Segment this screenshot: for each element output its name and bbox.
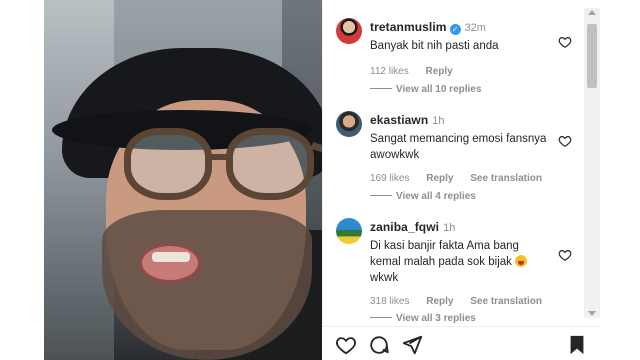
like-comment-heart-icon[interactable] bbox=[558, 248, 572, 262]
replies-divider bbox=[370, 195, 392, 196]
car-window bbox=[44, 0, 114, 360]
comment-likes[interactable]: 169 likes bbox=[370, 173, 409, 184]
heart-icon[interactable] bbox=[335, 334, 357, 356]
comment-text: Banyak bit nih pasti anda bbox=[370, 40, 499, 52]
scroll-down-arrow-icon[interactable] bbox=[588, 311, 596, 316]
see-translation-button[interactable]: See translation bbox=[470, 296, 542, 307]
reply-button[interactable]: Reply bbox=[426, 173, 453, 184]
send-icon[interactable] bbox=[401, 334, 423, 356]
bookmark-icon[interactable] bbox=[566, 334, 588, 356]
comment-text: Sangat memancing emosi fansnya awowkwk bbox=[370, 131, 570, 163]
comment-time: 1h bbox=[432, 115, 445, 127]
view-replies-text[interactable]: View all 10 replies bbox=[396, 84, 481, 95]
user-avatar-icon[interactable] bbox=[336, 111, 362, 137]
view-replies-link[interactable]: View all 3 replies bbox=[370, 313, 476, 324]
scroll-up-arrow-icon[interactable] bbox=[588, 10, 596, 15]
view-replies-text[interactable]: View all 4 replies bbox=[396, 191, 476, 202]
post-video[interactable] bbox=[44, 0, 322, 360]
comment-likes[interactable]: 318 likes bbox=[370, 296, 409, 307]
post-action-bar bbox=[322, 326, 600, 360]
comment-likes[interactable]: 112 likes bbox=[370, 66, 409, 77]
replies-divider bbox=[370, 317, 392, 318]
comment-text-line: kemal malah pada sok bijak bbox=[370, 256, 512, 268]
view-replies-link[interactable]: View all 4 replies bbox=[370, 191, 476, 202]
scrollbar[interactable] bbox=[584, 8, 600, 318]
comment-item: ekastiawn 1h Sangat memancing emosi fansn… bbox=[336, 111, 576, 184]
reply-button[interactable]: Reply bbox=[426, 296, 453, 307]
comment-text-line: wkwk bbox=[370, 272, 399, 284]
comment-text: Di kasi banjir fakta Ama bang kemal mala… bbox=[370, 238, 570, 286]
eyeglasses bbox=[106, 128, 322, 208]
comment-time: 32m bbox=[464, 22, 486, 34]
comment-text-line: Di kasi banjir fakta Ama bang bbox=[370, 240, 519, 252]
scrollbar-thumb[interactable] bbox=[587, 24, 597, 88]
like-comment-heart-icon[interactable] bbox=[558, 35, 572, 49]
like-comment-heart-icon[interactable] bbox=[558, 134, 572, 148]
comment-icon[interactable] bbox=[368, 334, 390, 356]
person-teeth bbox=[152, 252, 190, 262]
user-avatar-icon[interactable] bbox=[336, 218, 362, 244]
comment-text-line: Sangat memancing emosi fansnya bbox=[370, 133, 547, 145]
see-translation-button[interactable]: See translation bbox=[470, 173, 542, 184]
view-replies-link[interactable]: View all 10 replies bbox=[370, 84, 481, 95]
user-avatar-icon[interactable] bbox=[336, 18, 362, 44]
comment-text-line: awowkwk bbox=[370, 149, 420, 161]
comment-item: zaniba_fqwi 1h Di kasi banjir fakta Ama b… bbox=[336, 218, 576, 307]
person-mouth bbox=[139, 243, 201, 283]
comment-username[interactable]: zaniba_fqwi bbox=[370, 220, 439, 234]
comment-time: 1h bbox=[443, 222, 456, 234]
laughing-emoji-icon bbox=[515, 255, 528, 267]
replies-divider bbox=[370, 88, 392, 89]
comment-username[interactable]: ekastiawn bbox=[370, 113, 428, 127]
comment-username[interactable]: tretanmuslim bbox=[370, 20, 447, 34]
verified-badge-icon: ✓ bbox=[449, 24, 461, 35]
comment-item: tretanmuslim ✓ 32m Banyak bit nih pasti an… bbox=[336, 18, 576, 78]
view-replies-text[interactable]: View all 3 replies bbox=[396, 313, 476, 324]
reply-button[interactable]: Reply bbox=[426, 66, 453, 77]
